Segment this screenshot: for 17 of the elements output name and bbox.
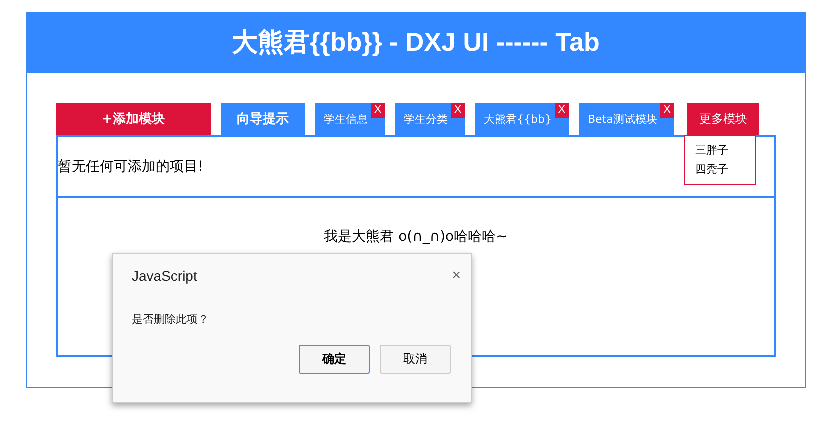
tab[interactable]: 向导提示 xyxy=(221,103,305,135)
menu-item[interactable]: 三胖子 xyxy=(685,141,756,160)
ok-button[interactable]: 确定 xyxy=(299,345,370,374)
more-modules-button[interactable]: 更多模块 xyxy=(687,103,760,135)
page-title: 大熊君{{bb}} - DXJ UI ------ Tab xyxy=(232,26,600,59)
dialog-message: 是否删除此项？ xyxy=(131,312,210,327)
empty-message: 暂无任何可添加的项目! xyxy=(58,158,204,176)
close-tab-button[interactable]: X xyxy=(660,103,674,118)
close-tab-button[interactable]: X xyxy=(554,103,569,118)
cancel-button[interactable]: 取消 xyxy=(380,345,451,374)
close-tab-button[interactable]: X xyxy=(371,103,385,118)
close-tab-button[interactable]: X xyxy=(451,103,465,118)
menu-item[interactable]: 四秃子 xyxy=(685,160,756,179)
dialog-title: JavaScript xyxy=(132,268,198,284)
close-button[interactable]: × xyxy=(452,268,461,284)
content-text: 我是大熊君 o(∩_∩)o哈哈哈~ xyxy=(324,228,508,246)
add-module-button[interactable]: +添加模块 xyxy=(56,103,211,135)
